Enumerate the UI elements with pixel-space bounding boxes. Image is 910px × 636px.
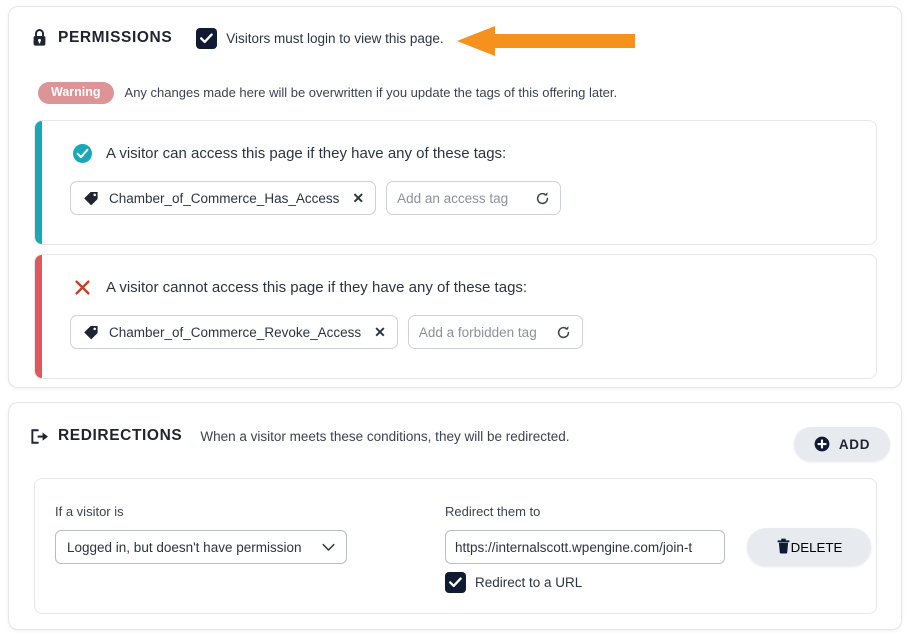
visitor-condition-value: Logged in, but doesn't have permission — [67, 539, 302, 555]
redirections-section-header: REDIRECTIONS When a visitor meets these … — [28, 424, 570, 448]
login-required-label: Visitors must login to view this page. — [226, 30, 444, 46]
redirect-to-url-checkbox-group[interactable]: Redirect to a URL — [445, 572, 582, 593]
add-button-label: ADD — [838, 436, 871, 452]
delete-button-label: DELETE — [790, 539, 843, 555]
tag-icon — [82, 190, 99, 207]
warning-badge: Warning — [38, 82, 114, 104]
trash-icon — [776, 538, 791, 557]
tag-label: Chamber_of_Commerce_Revoke_Access — [109, 324, 362, 340]
add-redirection-button[interactable]: ADD — [794, 427, 890, 461]
redirect-url-input[interactable] — [455, 539, 715, 555]
visitor-condition-select[interactable]: Logged in, but doesn't have permission — [55, 530, 347, 564]
tag-chip[interactable]: Chamber_of_Commerce_Has_Access ✕ — [70, 181, 377, 215]
forbidden-tag-input[interactable] — [418, 316, 547, 348]
redirection-row: If a visitor is Logged in, but doesn't h… — [34, 478, 877, 614]
tag-chip[interactable]: Chamber_of_Commerce_Revoke_Access ✕ — [70, 315, 398, 349]
tag-remove-icon[interactable]: ✕ — [352, 191, 364, 205]
access-tag-input-box[interactable] — [386, 181, 562, 215]
lock-icon — [28, 26, 50, 50]
login-required-checkbox-group[interactable]: Visitors must login to view this page. — [196, 27, 444, 49]
forbidden-tag-input-box[interactable] — [407, 315, 583, 349]
access-tag-input[interactable] — [397, 182, 526, 214]
redirections-title: REDIRECTIONS — [58, 427, 183, 444]
login-required-checkbox[interactable] — [196, 27, 218, 49]
tag-label: Chamber_of_Commerce_Has_Access — [109, 190, 340, 206]
allow-rule-title: A visitor can access this page if they h… — [106, 144, 507, 162]
plus-circle-icon — [814, 436, 830, 452]
redirect-to-url-label: Redirect to a URL — [475, 575, 583, 590]
warning-text: Any changes made here will be overwritte… — [124, 85, 618, 101]
permissions-section-header: PERMISSIONS Visitors must login to view … — [28, 26, 444, 50]
refresh-icon[interactable] — [534, 190, 550, 206]
delete-redirection-button[interactable]: DELETE — [747, 528, 871, 566]
deny-rule-header: A visitor cannot access this page if the… — [71, 276, 527, 298]
chevron-down-icon — [322, 541, 335, 554]
exit-arrow-icon — [28, 424, 50, 448]
redirect-target-label: Redirect them to — [445, 504, 541, 519]
page-title: PERMISSIONS — [58, 29, 173, 46]
check-circle-icon — [71, 142, 93, 164]
tag-remove-icon[interactable]: ✕ — [374, 325, 386, 339]
deny-tag-row: Chamber_of_Commerce_Revoke_Access ✕ — [70, 315, 583, 349]
permissions-settings-page: PERMISSIONS Visitors must login to view … — [0, 0, 910, 636]
x-mark-icon — [71, 276, 93, 298]
warning-notice: Warning Any changes made here will be ov… — [38, 82, 617, 104]
visitor-condition-label: If a visitor is — [55, 504, 124, 519]
allow-accent-bar — [35, 121, 42, 244]
deny-rule-panel: A visitor cannot access this page if the… — [34, 254, 877, 379]
allow-rule-header: A visitor can access this page if they h… — [71, 142, 506, 164]
redirections-description: When a visitor meets these conditions, t… — [200, 428, 570, 444]
redirect-url-field[interactable] — [445, 530, 725, 564]
allow-rule-panel: A visitor can access this page if they h… — [34, 120, 877, 245]
redirect-to-url-checkbox[interactable] — [445, 572, 466, 593]
refresh-icon[interactable] — [556, 324, 572, 340]
deny-accent-bar — [35, 255, 42, 378]
deny-rule-title: A visitor cannot access this page if the… — [106, 278, 528, 296]
allow-tag-row: Chamber_of_Commerce_Has_Access ✕ — [70, 181, 562, 215]
tag-icon — [82, 324, 99, 341]
